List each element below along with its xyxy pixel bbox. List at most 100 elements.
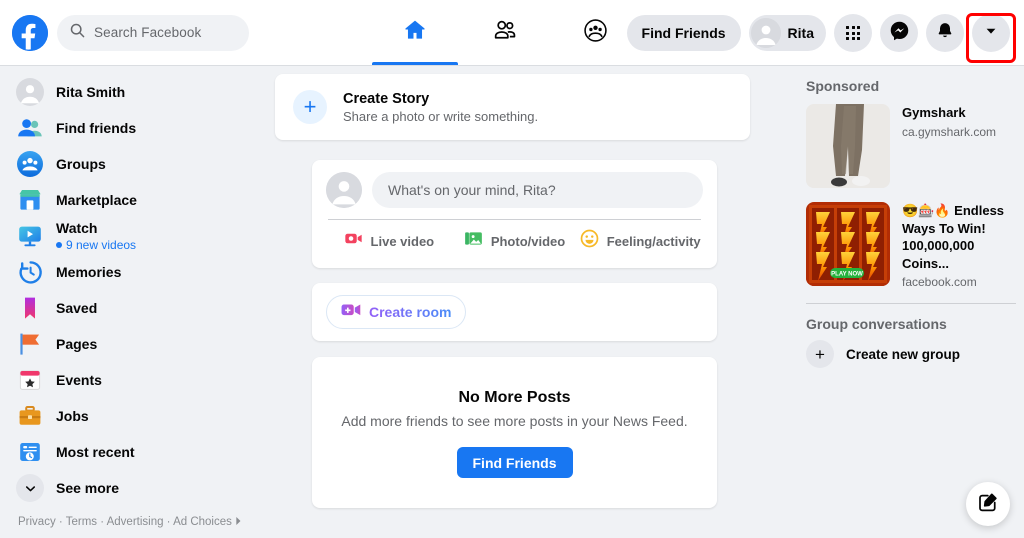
sidebar-item-marketplace[interactable]: Marketplace — [8, 182, 254, 218]
friends-icon — [492, 17, 518, 48]
sidebar-item-saved[interactable]: Saved — [8, 290, 254, 326]
sidebar-item-label: Most recent — [56, 443, 135, 460]
sidebar-item-label: Saved — [56, 299, 98, 316]
sidebar-item-events[interactable]: Events — [8, 362, 254, 398]
composer-top-row: What's on your mind, Rita? — [326, 172, 703, 208]
most-recent-icon — [16, 438, 44, 466]
no-more-posts-title: No More Posts — [458, 389, 571, 406]
menu-grid-button[interactable] — [834, 14, 872, 52]
feeling-activity-icon — [580, 229, 599, 253]
home-icon — [402, 17, 428, 48]
sponsored-ad-item[interactable]: PLAY NOW 😎🎰🔥 Endless Ways To Win! 100,00… — [806, 202, 1016, 289]
chevron-down-icon — [16, 474, 44, 502]
marketplace-icon — [16, 186, 44, 214]
sidebar-item-label: Rita Smith — [56, 83, 126, 100]
ad-url: facebook.com — [902, 275, 977, 290]
account-button[interactable]: Rita — [748, 15, 826, 51]
post-composer-card: What's on your mind, Rita? Live video Ph… — [312, 160, 717, 268]
sidebar-item-find-friends[interactable]: Find friends — [8, 110, 254, 146]
tab-home[interactable] — [370, 0, 460, 65]
whats-on-your-mind-input[interactable]: What's on your mind, Rita? — [372, 172, 703, 208]
search-input[interactable]: Search Facebook — [57, 14, 249, 51]
facebook-logo[interactable] — [12, 14, 48, 51]
create-story-title: Create Story — [343, 90, 430, 107]
header-right-group: Find Friends Rita — [626, 0, 1010, 66]
top-navigation-bar: Search Facebook Find Friends Rita — [0, 0, 1024, 66]
plus-icon: + — [806, 340, 834, 369]
sidebar-item-label: See more — [56, 479, 120, 496]
sponsored-heading: Sponsored — [806, 78, 880, 94]
search-placeholder: Search Facebook — [94, 25, 202, 40]
sidebar-item-groups[interactable]: Groups — [8, 146, 254, 182]
divider — [806, 303, 1016, 305]
find-friends-icon — [16, 114, 44, 142]
live-video-icon — [344, 229, 363, 253]
sidebar-item-label: Marketplace — [56, 191, 137, 208]
find-friends-button[interactable]: Find Friends — [626, 15, 741, 51]
create-story-subtitle: Share a photo or write something. — [343, 108, 539, 124]
jobs-icon — [16, 402, 44, 430]
header-nav-tabs — [370, 0, 640, 65]
avatar — [326, 172, 362, 208]
groups-icon — [583, 18, 608, 48]
group-conversations-heading: Group conversations — [806, 316, 947, 333]
live-video-button[interactable]: Live video — [326, 220, 452, 262]
sponsored-ad-item[interactable]: Gymshark ca.gymshark.com — [806, 104, 1016, 188]
no-more-posts-card: No More Posts Add more friends to see mo… — [312, 357, 717, 508]
sidebar-item-see-more[interactable]: See more — [8, 470, 254, 506]
ad-title: Gymshark — [902, 105, 966, 120]
watch-badge-label: 9 new videos — [66, 237, 137, 252]
photo-video-button[interactable]: Photo/video — [452, 220, 578, 262]
sidebar-item-label: Jobs — [56, 407, 89, 424]
ad-title: 😎🎰🔥 Endless Ways To Win! 100,000,000 Coi… — [902, 203, 1005, 271]
pages-icon — [16, 330, 44, 358]
ad-url: ca.gymshark.com — [902, 124, 997, 139]
sidebar-item-jobs[interactable]: Jobs — [8, 398, 254, 434]
account-dropdown-button[interactable] — [972, 14, 1010, 52]
notifications-button[interactable] — [926, 14, 964, 52]
svg-text:PLAY NOW: PLAY NOW — [831, 271, 863, 277]
user-avatar-icon — [16, 78, 44, 106]
sidebar-item-rita-smith[interactable]: Rita Smith — [8, 74, 254, 110]
gymshark-leggings-thumb — [806, 104, 890, 188]
grid-menu-icon — [846, 26, 860, 40]
sidebar-item-label: Pages — [56, 335, 98, 352]
events-icon — [16, 366, 44, 394]
create-room-card: Create room — [312, 283, 717, 341]
header-left-group: Search Facebook — [0, 14, 249, 51]
create-story-card[interactable]: + Create Story Share a photo or write so… — [275, 74, 750, 140]
feeling-activity-button[interactable]: Feeling/activity — [577, 220, 703, 262]
compose-message-fab[interactable] — [966, 482, 1010, 526]
sidebar-item-label: Find friends — [56, 119, 137, 136]
sidebar-footer-links[interactable]: Privacy · Terms · Advertising · Ad Choic… — [8, 506, 254, 531]
sidebar-item-pages[interactable]: Pages — [8, 326, 254, 362]
sidebar-item-label: Memories — [56, 263, 122, 280]
composer-actions-row: Live video Photo/video Feeling/activity — [326, 220, 703, 262]
messenger-icon — [889, 20, 910, 46]
chevron-down-icon — [984, 24, 998, 43]
search-icon — [70, 23, 85, 43]
tab-friends[interactable] — [460, 0, 550, 65]
ad-choices-icon: ⏵ — [235, 516, 241, 528]
sidebar-item-watch[interactable]: Watch 9 new videos — [8, 218, 254, 254]
create-room-label: Create room — [369, 304, 452, 320]
find-friends-button[interactable]: Find Friends — [456, 447, 573, 478]
sidebar-item-memories[interactable]: Memories — [8, 254, 254, 290]
memories-icon — [16, 258, 44, 286]
groups-icon — [16, 150, 44, 178]
create-room-button[interactable]: Create room — [326, 295, 467, 329]
sidebar-item-most-recent[interactable]: Most recent — [8, 434, 254, 470]
no-more-posts-subtitle: Add more friends to see more posts in yo… — [341, 413, 688, 429]
watch-badge: 9 new videos — [56, 238, 136, 252]
left-sidebar: Rita Smith Find friends Groups Marketpla… — [0, 66, 262, 538]
sidebar-item-label: Events — [56, 371, 102, 388]
live-video-label: Live video — [370, 233, 435, 249]
photo-video-label: Photo/video — [490, 233, 566, 249]
footer-links-text[interactable]: Privacy · Terms · Advertising · Ad Choic… — [18, 516, 232, 528]
create-new-group-button[interactable]: + Create new group — [806, 340, 1016, 369]
compose-pencil-icon — [978, 492, 998, 517]
bell-icon — [935, 21, 955, 46]
create-new-group-label: Create new group — [846, 346, 961, 362]
photo-video-icon — [464, 229, 483, 253]
messenger-button[interactable] — [880, 14, 918, 52]
